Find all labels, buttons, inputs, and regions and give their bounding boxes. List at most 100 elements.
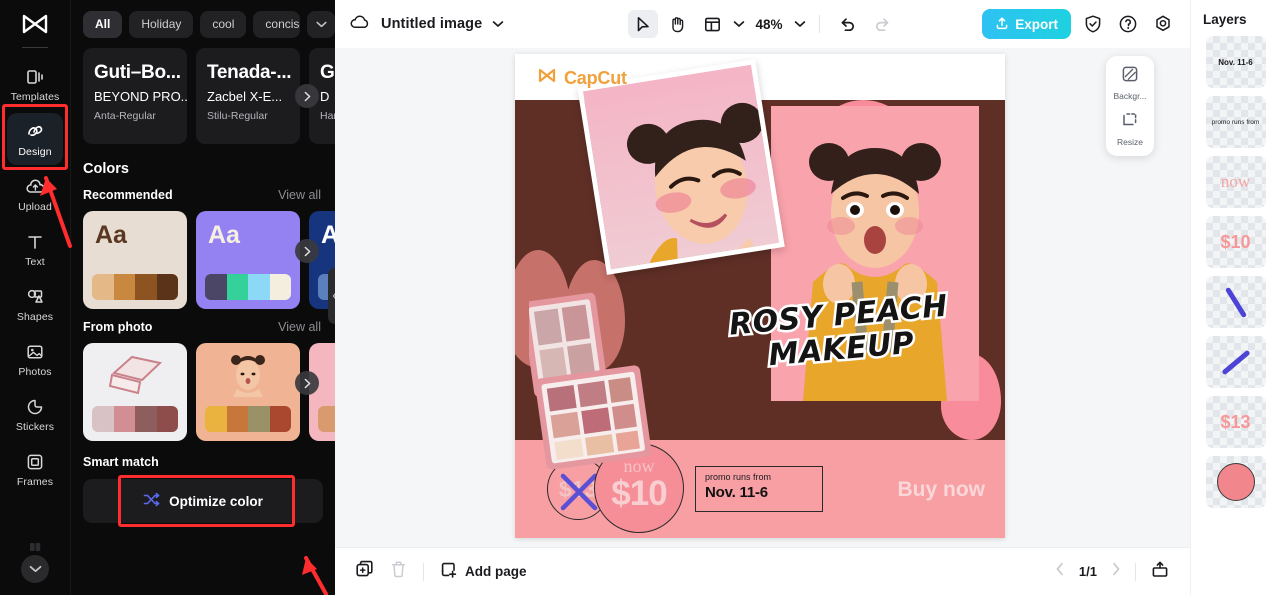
sidebar-item-text[interactable]: Text [7, 223, 63, 275]
shapes-icon [24, 286, 46, 308]
recommended-view-all[interactable]: View all [278, 188, 321, 202]
panel-collapse-button[interactable] [328, 268, 335, 324]
color-swatch-card[interactable]: Aa [83, 211, 187, 309]
font-card[interactable]: Guti–Bo... BEYOND PRO... Anta-Regular [83, 48, 187, 144]
poster-model-photo-tilted [577, 59, 785, 275]
bottom-right-group: 1/1 [1055, 560, 1170, 584]
chip-cool[interactable]: cool [200, 11, 247, 38]
top-toolbar: Untitled image 48% Export [335, 0, 1190, 48]
present-button[interactable] [1150, 560, 1170, 584]
layer-item-price-10[interactable]: $10 [1205, 216, 1266, 268]
sidebar-item-design[interactable]: Design [7, 113, 63, 165]
layout-dropdown-caret[interactable] [732, 15, 744, 33]
recommended-next-button[interactable] [295, 239, 319, 263]
font-card[interactable]: Tenada-... Zacbel X-E... Stilu-Regular [196, 48, 300, 144]
export-button[interactable]: Export [982, 9, 1071, 39]
sidebar-item-frames[interactable]: Frames [7, 443, 63, 495]
swatch-strip [205, 274, 291, 300]
bottom-divider-2 [1135, 562, 1136, 581]
layer-thumb-text: $10 [1220, 231, 1251, 252]
add-page-label: Add page [465, 564, 527, 579]
layer-item-line-1[interactable] [1205, 276, 1266, 328]
cloud-saved-icon[interactable] [349, 13, 371, 36]
font-card-line2: Zacbel X-E... [207, 89, 283, 104]
swatch-aa-label: Aa [95, 221, 127, 249]
title-dropdown-caret[interactable] [492, 15, 504, 33]
chip-holiday[interactable]: Holiday [129, 11, 194, 38]
canvas-area[interactable]: CapCut ROSY PEACH MAKEUP now $10 promo r… [335, 48, 1190, 547]
optimize-color-bar: Optimize color [83, 479, 323, 523]
resize-label: Resize [1117, 137, 1143, 147]
zoom-dropdown-caret[interactable] [794, 15, 806, 33]
color-swatch-card[interactable]: Aa [196, 211, 300, 309]
rail-expand-button[interactable] [21, 555, 49, 583]
chip-all[interactable]: All [83, 11, 123, 38]
font-card-line2: D [320, 89, 330, 104]
optimize-color-button[interactable]: Optimize color [143, 492, 263, 510]
toolbar-right-group: Export [982, 9, 1176, 39]
layer-item-nov[interactable]: Nov. 11-6 [1205, 36, 1266, 88]
text-icon [24, 231, 46, 253]
model-tilted-illustration [582, 63, 785, 275]
left-nav-rail: Templates Design Upload Text Shapes Phot… [0, 0, 70, 595]
layer-item-price-13[interactable]: $13 [1205, 396, 1266, 448]
design-canvas[interactable]: CapCut ROSY PEACH MAKEUP now $10 promo r… [515, 54, 1005, 538]
layer-item-promo[interactable]: promo runs from [1205, 96, 1266, 148]
line-shape-icon [1220, 349, 1251, 375]
photo-swatch-card[interactable] [196, 343, 300, 441]
templates-icon [24, 66, 46, 88]
hand-icon [672, 17, 684, 33]
upload-cloud-icon [24, 176, 46, 198]
sidebar-item-label: Frames [16, 475, 54, 488]
zoom-level-label[interactable]: 48% [755, 17, 782, 32]
redo-icon [875, 17, 889, 31]
sidebar-item-photos[interactable]: Photos [7, 333, 63, 385]
recommended-title: Recommended [83, 188, 173, 202]
sidebar-item-templates[interactable]: Templates [7, 58, 63, 110]
font-card-line2: BEYOND PRO... [94, 89, 187, 104]
font-card-line3: Stilu-Regular [207, 110, 268, 122]
chevron-down-icon [493, 21, 504, 27]
sidebar-item-upload[interactable]: Upload [7, 168, 63, 220]
prev-page-button[interactable] [1055, 562, 1065, 581]
layout-tool-button[interactable] [697, 10, 727, 38]
upload-icon [995, 16, 1009, 33]
sidebar-item-label: Text [25, 255, 45, 268]
layer-item-line-2[interactable] [1205, 336, 1266, 388]
add-page-icon [440, 561, 458, 582]
sidebar-item-stickers[interactable]: Stickers [7, 388, 63, 440]
document-title[interactable]: Untitled image [381, 16, 482, 32]
gear-icon[interactable] [1150, 11, 1176, 37]
trash-icon[interactable] [390, 560, 407, 584]
undo-button[interactable] [833, 10, 863, 38]
resize-button[interactable]: Resize [1117, 111, 1143, 147]
layer-item-now[interactable]: now [1205, 156, 1266, 208]
select-tool-button[interactable] [627, 10, 658, 38]
question-circle-icon[interactable] [1115, 11, 1141, 37]
from-photo-next-button[interactable] [295, 371, 319, 395]
chip-expand-button[interactable] [307, 11, 335, 38]
hand-tool-button[interactable] [662, 10, 692, 38]
colors-section-title: Colors [83, 161, 129, 177]
add-page-button[interactable]: Add page [440, 561, 527, 582]
font-card-line1: Tenada-... [207, 62, 292, 83]
next-page-button[interactable] [1111, 562, 1121, 581]
layers-panel: Layers Nov. 11-6 promo runs from now $10… [1190, 0, 1280, 595]
shield-check-icon[interactable] [1080, 11, 1106, 37]
smart-match-section: Optimize color [71, 475, 335, 527]
capcut-logo-icon[interactable] [15, 8, 55, 42]
from-photo-view-all[interactable]: View all [278, 320, 321, 334]
sidebar-item-label: Upload [18, 200, 52, 213]
duplicate-page-icon[interactable] [355, 560, 374, 584]
background-icon [1121, 65, 1139, 88]
layer-item-circle[interactable] [1205, 456, 1266, 508]
photos-icon [24, 341, 46, 363]
photo-swatch-card[interactable] [83, 343, 187, 441]
chip-concise[interactable]: concise [253, 11, 300, 38]
sidebar-item-shapes[interactable]: Shapes [7, 278, 63, 330]
redo-button[interactable] [868, 10, 898, 38]
chevron-right-icon [1113, 562, 1120, 576]
font-row-next-button[interactable] [295, 84, 319, 108]
background-button[interactable]: Backgr... [1113, 65, 1147, 101]
stickers-icon [24, 396, 46, 418]
